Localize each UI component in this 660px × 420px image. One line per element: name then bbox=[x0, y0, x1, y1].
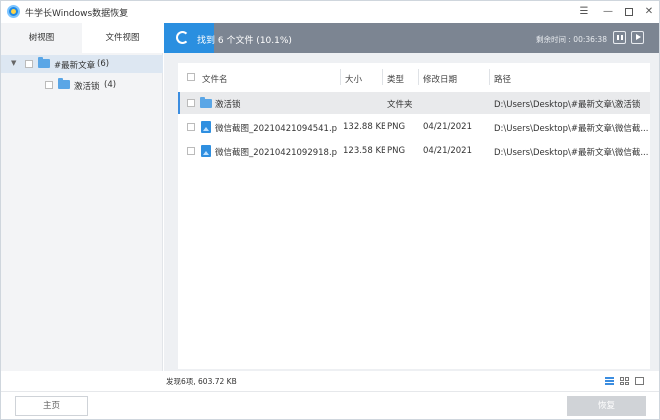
folder-icon bbox=[38, 57, 50, 68]
menu-icon[interactable]: ☰ bbox=[577, 5, 591, 19]
cell-size: 123.58 KB bbox=[343, 146, 385, 156]
tree-item-latest-articles[interactable]: ▼ #最新文章 (6) bbox=[1, 55, 163, 73]
cell-type: 文件夹 bbox=[387, 100, 413, 110]
pause-button[interactable] bbox=[613, 31, 626, 44]
folder-icon bbox=[200, 97, 212, 108]
column-divider[interactable] bbox=[382, 69, 383, 85]
column-divider[interactable] bbox=[340, 69, 341, 85]
tree-item-activation-lock[interactable]: 激活锁 (4) bbox=[1, 76, 163, 94]
tree-item-label: 激活锁 bbox=[74, 82, 100, 92]
pause-icon bbox=[621, 35, 623, 40]
file-table: 文件名 大小 类型 修改日期 路径 激活锁 文件夹 D:\Users\Deskt… bbox=[178, 63, 650, 369]
cell-path: D:\Users\Desktop\#最新文章\微信截... bbox=[494, 124, 648, 134]
tab-tree-view[interactable]: 树视图 bbox=[1, 23, 82, 53]
found-summary: 发现6项, 603.72 KB bbox=[166, 377, 237, 386]
image-file-icon bbox=[201, 121, 211, 133]
close-icon[interactable]: ✕ bbox=[642, 5, 656, 19]
cell-name: 微信截图_20210421094541.png bbox=[215, 124, 337, 134]
column-divider[interactable] bbox=[489, 69, 490, 85]
play-icon bbox=[636, 34, 641, 40]
column-header-date[interactable]: 修改日期 bbox=[423, 73, 457, 85]
table-header: 文件名 大小 类型 修改日期 路径 bbox=[178, 63, 650, 91]
row-checkbox[interactable] bbox=[187, 123, 195, 131]
recover-button[interactable]: 恢复 bbox=[567, 396, 646, 416]
cell-date: 04/21/2021 bbox=[423, 122, 472, 132]
list-view-icon[interactable] bbox=[605, 377, 614, 385]
cell-size: 132.88 KB bbox=[343, 122, 385, 132]
folder-icon bbox=[58, 78, 70, 89]
tree-item-label: #最新文章 bbox=[54, 61, 96, 71]
tab-file-view[interactable]: 文件视图 bbox=[82, 23, 163, 53]
home-button[interactable]: 主页 bbox=[15, 396, 88, 416]
remaining-time: 剩余时间 : 00:36:38 bbox=[536, 35, 607, 44]
tree-item-count: (4) bbox=[104, 80, 117, 90]
tree-checkbox[interactable] bbox=[45, 81, 53, 89]
grid-view-icon[interactable] bbox=[620, 377, 629, 385]
select-all-checkbox[interactable] bbox=[187, 73, 195, 81]
image-file-icon bbox=[201, 145, 211, 157]
cell-type: PNG bbox=[387, 122, 406, 132]
cell-type: PNG bbox=[387, 146, 406, 156]
play-button[interactable] bbox=[631, 31, 644, 44]
app-logo-icon bbox=[7, 5, 20, 18]
footer: 主页 恢复 bbox=[1, 391, 659, 419]
tree-item-count: (6) bbox=[97, 59, 110, 69]
maximize-icon[interactable] bbox=[622, 5, 636, 19]
table-row[interactable]: 激活锁 文件夹 D:\Users\Desktop\#最新文章\激活锁 bbox=[178, 92, 650, 114]
scan-status-text: 找到 6 个文件 (10.1%) bbox=[197, 36, 292, 46]
view-tabs: 树视图 文件视图 bbox=[1, 23, 163, 53]
title-bar: 牛学长Windows数据恢复 ☰ — ✕ bbox=[1, 1, 659, 23]
cell-name: 激活锁 bbox=[215, 100, 241, 110]
column-header-type[interactable]: 类型 bbox=[387, 73, 404, 85]
scan-progress-bar: 找到 6 个文件 (10.1%) 剩余时间 : 00:36:38 bbox=[164, 23, 659, 53]
loading-spinner-icon bbox=[176, 31, 189, 44]
app-title: 牛学长Windows数据恢复 bbox=[25, 9, 129, 19]
app-window: 牛学长Windows数据恢复 ☰ — ✕ 树视图 文件视图 ▼ #最新文章 (6… bbox=[0, 0, 660, 420]
column-header-size[interactable]: 大小 bbox=[345, 73, 362, 85]
status-bar: 发现6项, 603.72 KB bbox=[164, 374, 659, 388]
tree-checkbox[interactable] bbox=[25, 60, 33, 68]
column-header-path[interactable]: 路径 bbox=[494, 73, 511, 85]
cell-name: 微信截图_20210421092918.png bbox=[215, 148, 337, 158]
minimize-icon[interactable]: — bbox=[601, 5, 615, 19]
table-row[interactable]: 微信截图_20210421094541.png 132.88 KB PNG 04… bbox=[178, 116, 650, 138]
caret-down-icon[interactable]: ▼ bbox=[11, 59, 16, 67]
cell-path: D:\Users\Desktop\#最新文章\微信截... bbox=[494, 148, 648, 158]
table-row[interactable]: 微信截图_20210421092918.png 123.58 KB PNG 04… bbox=[178, 140, 650, 162]
column-header-name[interactable]: 文件名 bbox=[202, 73, 228, 85]
thumbnail-view-icon[interactable] bbox=[635, 377, 644, 385]
cell-path: D:\Users\Desktop\#最新文章\激活锁 bbox=[494, 100, 641, 110]
pause-icon bbox=[617, 35, 619, 40]
selection-indicator bbox=[178, 92, 180, 114]
sidebar: 树视图 文件视图 ▼ #最新文章 (6) 激活锁 (4) bbox=[1, 23, 163, 371]
cell-date: 04/21/2021 bbox=[423, 146, 472, 156]
column-divider[interactable] bbox=[418, 69, 419, 85]
row-checkbox[interactable] bbox=[187, 147, 195, 155]
row-checkbox[interactable] bbox=[187, 99, 195, 107]
